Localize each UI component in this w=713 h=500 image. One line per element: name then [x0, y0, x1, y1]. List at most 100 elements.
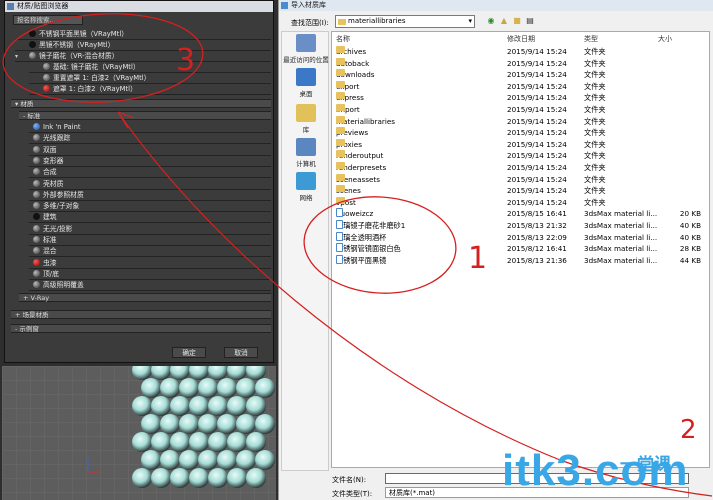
material-type-item[interactable]: 标准: [29, 235, 271, 246]
desktop-icon: [296, 68, 316, 86]
folder-row[interactable]: proxies 2015/9/14 15:24 文件夹: [332, 138, 709, 151]
file-row[interactable]: 不锈钢平面黑镜 2015/8/13 21:36 3dsMax material li…: [332, 254, 709, 267]
materials-section-header[interactable]: ▾ 材质: [11, 99, 271, 108]
browser-title-bar: 材质/贴图浏览器: [5, 1, 273, 12]
place-library[interactable]: 库: [282, 104, 330, 134]
row-date: 2015/9/14 15:24: [507, 186, 567, 196]
column-name-header[interactable]: 名称: [336, 34, 350, 44]
sphere: [255, 450, 275, 470]
scene-materials-section-header[interactable]: + 场景材质: [11, 310, 271, 319]
folder-icon: [336, 196, 345, 204]
scene-material-row[interactable]: 不锈钢平面黑镜（VRayMtl）: [15, 29, 271, 40]
material-type-item[interactable]: 变形器: [29, 155, 271, 167]
material-type-label: 无光/投影: [43, 224, 73, 233]
material-type-item[interactable]: 混合: [29, 246, 271, 258]
material-type-item[interactable]: 建筑: [29, 212, 271, 224]
material-swatch-icon: [43, 74, 50, 81]
scene-material-row[interactable]: 基础: 镜子磨花（VRayMtl）: [29, 62, 271, 73]
sphere: [246, 468, 266, 488]
sample-slots-section-header[interactable]: - 示例窗: [11, 324, 271, 333]
material-type-label: 顶/底: [43, 269, 59, 278]
folder-row[interactable]: renderoutput 2015/9/14 15:24 文件夹: [332, 150, 709, 162]
column-size-header[interactable]: 大小: [658, 34, 672, 44]
standard-section-header[interactable]: - 标准: [19, 111, 271, 120]
place-label: 桌面: [299, 90, 313, 98]
material-type-label: 外部参照材质: [43, 190, 84, 199]
new-folder-icon[interactable]: ■: [512, 16, 522, 26]
folder-row[interactable]: sceneassets 2015/9/14 15:24 文件夹: [332, 173, 709, 186]
folder-row[interactable]: renderpresets 2015/9/14 15:24 文件夹: [332, 162, 709, 174]
folder-row[interactable]: express 2015/9/14 15:24 文件夹: [332, 92, 709, 104]
vray-section-header[interactable]: + V-Ray: [19, 293, 271, 302]
material-type-item[interactable]: 外部参照材质: [29, 189, 271, 201]
folder-row[interactable]: scenes 2015/9/14 15:24 文件夹: [332, 185, 709, 197]
material-type-item[interactable]: 高级照明覆盖: [29, 280, 271, 292]
folder-row[interactable]: downloads 2015/9/14 15:24 文件夹: [332, 69, 709, 81]
material-library-file-icon: [336, 231, 343, 241]
folder-row[interactable]: vpost 2015/9/14 15:24 文件夹: [332, 196, 709, 209]
file-row[interactable]: 玻璃镜子磨花非磨砂1 2015/8/13 21:32 3dsMax material…: [332, 220, 709, 232]
place-network[interactable]: 网络: [282, 172, 330, 202]
material-type-item[interactable]: 无光/投影: [29, 223, 271, 235]
column-type-header[interactable]: 类型: [584, 34, 598, 44]
material-type-item[interactable]: 顶/底: [29, 268, 271, 280]
material-type-item[interactable]: 合成: [29, 167, 271, 179]
material-swatch-icon: [33, 190, 40, 198]
sphere: [160, 378, 180, 398]
back-icon[interactable]: ◉: [486, 16, 496, 26]
column-date-header[interactable]: 修改日期: [507, 34, 535, 44]
place-label: 网络: [299, 194, 313, 202]
sphere: [246, 432, 266, 452]
search-by-name-input[interactable]: 按名称搜索...: [13, 15, 83, 25]
folder-row[interactable]: autoback 2015/9/14 15:24 文件夹: [332, 57, 709, 70]
row-date: 2015/8/13 22:09: [507, 232, 567, 242]
row-name-cell: materiallibraries: [336, 115, 395, 128]
material-type-item[interactable]: 光线跟踪: [29, 133, 271, 145]
folder-icon: [336, 104, 345, 111]
look-in-dropdown[interactable]: materiallibraries ▾: [335, 15, 475, 28]
material-type-item[interactable]: 壳材质: [29, 178, 271, 190]
row-type: 文件夹: [584, 70, 606, 80]
3d-viewport[interactable]: [2, 366, 276, 500]
ok-button[interactable]: 确定: [172, 347, 206, 358]
folder-row[interactable]: archives 2015/9/14 15:24 文件夹: [332, 46, 709, 58]
up-folder-icon[interactable]: ▲: [499, 16, 509, 26]
file-row[interactable]: 玻璃全透明酒杯 2015/8/13 22:09 3dsMax material li…: [332, 231, 709, 244]
place-label: 计算机: [296, 160, 316, 168]
material-type-item[interactable]: Ink 'n Paint: [29, 122, 271, 133]
row-name-cell: duoweizcz: [336, 208, 373, 220]
material-type-item[interactable]: 双面: [29, 144, 271, 156]
computer-icon: [296, 138, 316, 156]
row-name-cell: scenes: [336, 185, 361, 197]
folder-row[interactable]: previews 2015/9/14 15:24 文件夹: [332, 127, 709, 139]
row-date: 2015/9/14 15:24: [507, 163, 567, 172]
sphere: [179, 378, 199, 398]
sphere: [151, 468, 171, 488]
material-swatch-icon: [33, 202, 40, 210]
scene-material-row[interactable]: 黑镜不锈钢（VRayMtl）: [15, 40, 271, 51]
folder-row[interactable]: materiallibraries 2015/9/14 15:24 文件夹: [332, 115, 709, 128]
file-row[interactable]: 不锈钢管镜面银白色 2015/8/12 16:41 3dsMax material …: [332, 243, 709, 255]
place-desktop[interactable]: 桌面: [282, 68, 330, 98]
sphere: [189, 432, 209, 452]
row-date: 2015/9/14 15:24: [507, 116, 567, 126]
cancel-button[interactable]: 取消: [224, 347, 258, 358]
watermark-sub: 一堂课: [620, 455, 671, 475]
material-type-item[interactable]: 虫漆: [29, 257, 271, 269]
material-swatch-icon: [33, 247, 40, 255]
scene-material-row[interactable]: ▾ 镜子磨花（VR-混合材质）: [15, 51, 271, 62]
scene-material-row[interactable]: 重置遮罩 1: 白漆2（VRayMtl）: [29, 73, 271, 84]
sphere: [208, 366, 228, 380]
file-row[interactable]: duoweizcz 2015/8/15 16:41 3dsMax material …: [332, 208, 709, 220]
view-menu-icon[interactable]: ▤: [525, 16, 535, 26]
scene-material-row[interactable]: 遮罩 1: 白漆2（VRayMtl）: [29, 84, 271, 95]
folder-row[interactable]: import 2015/9/14 15:24 文件夹: [332, 104, 709, 116]
material-swatch-icon: [33, 123, 40, 130]
folder-row[interactable]: export 2015/9/14 15:24 文件夹: [332, 80, 709, 93]
material-type-item[interactable]: 多维/子对象: [29, 201, 271, 213]
place-recent[interactable]: 最近访问的位置: [282, 34, 330, 64]
material-type-label: Ink 'n Paint: [43, 123, 81, 131]
place-computer[interactable]: 计算机: [282, 138, 330, 168]
material-swatch-icon: [33, 258, 40, 266]
row-date: 2015/9/14 15:24: [507, 47, 567, 56]
